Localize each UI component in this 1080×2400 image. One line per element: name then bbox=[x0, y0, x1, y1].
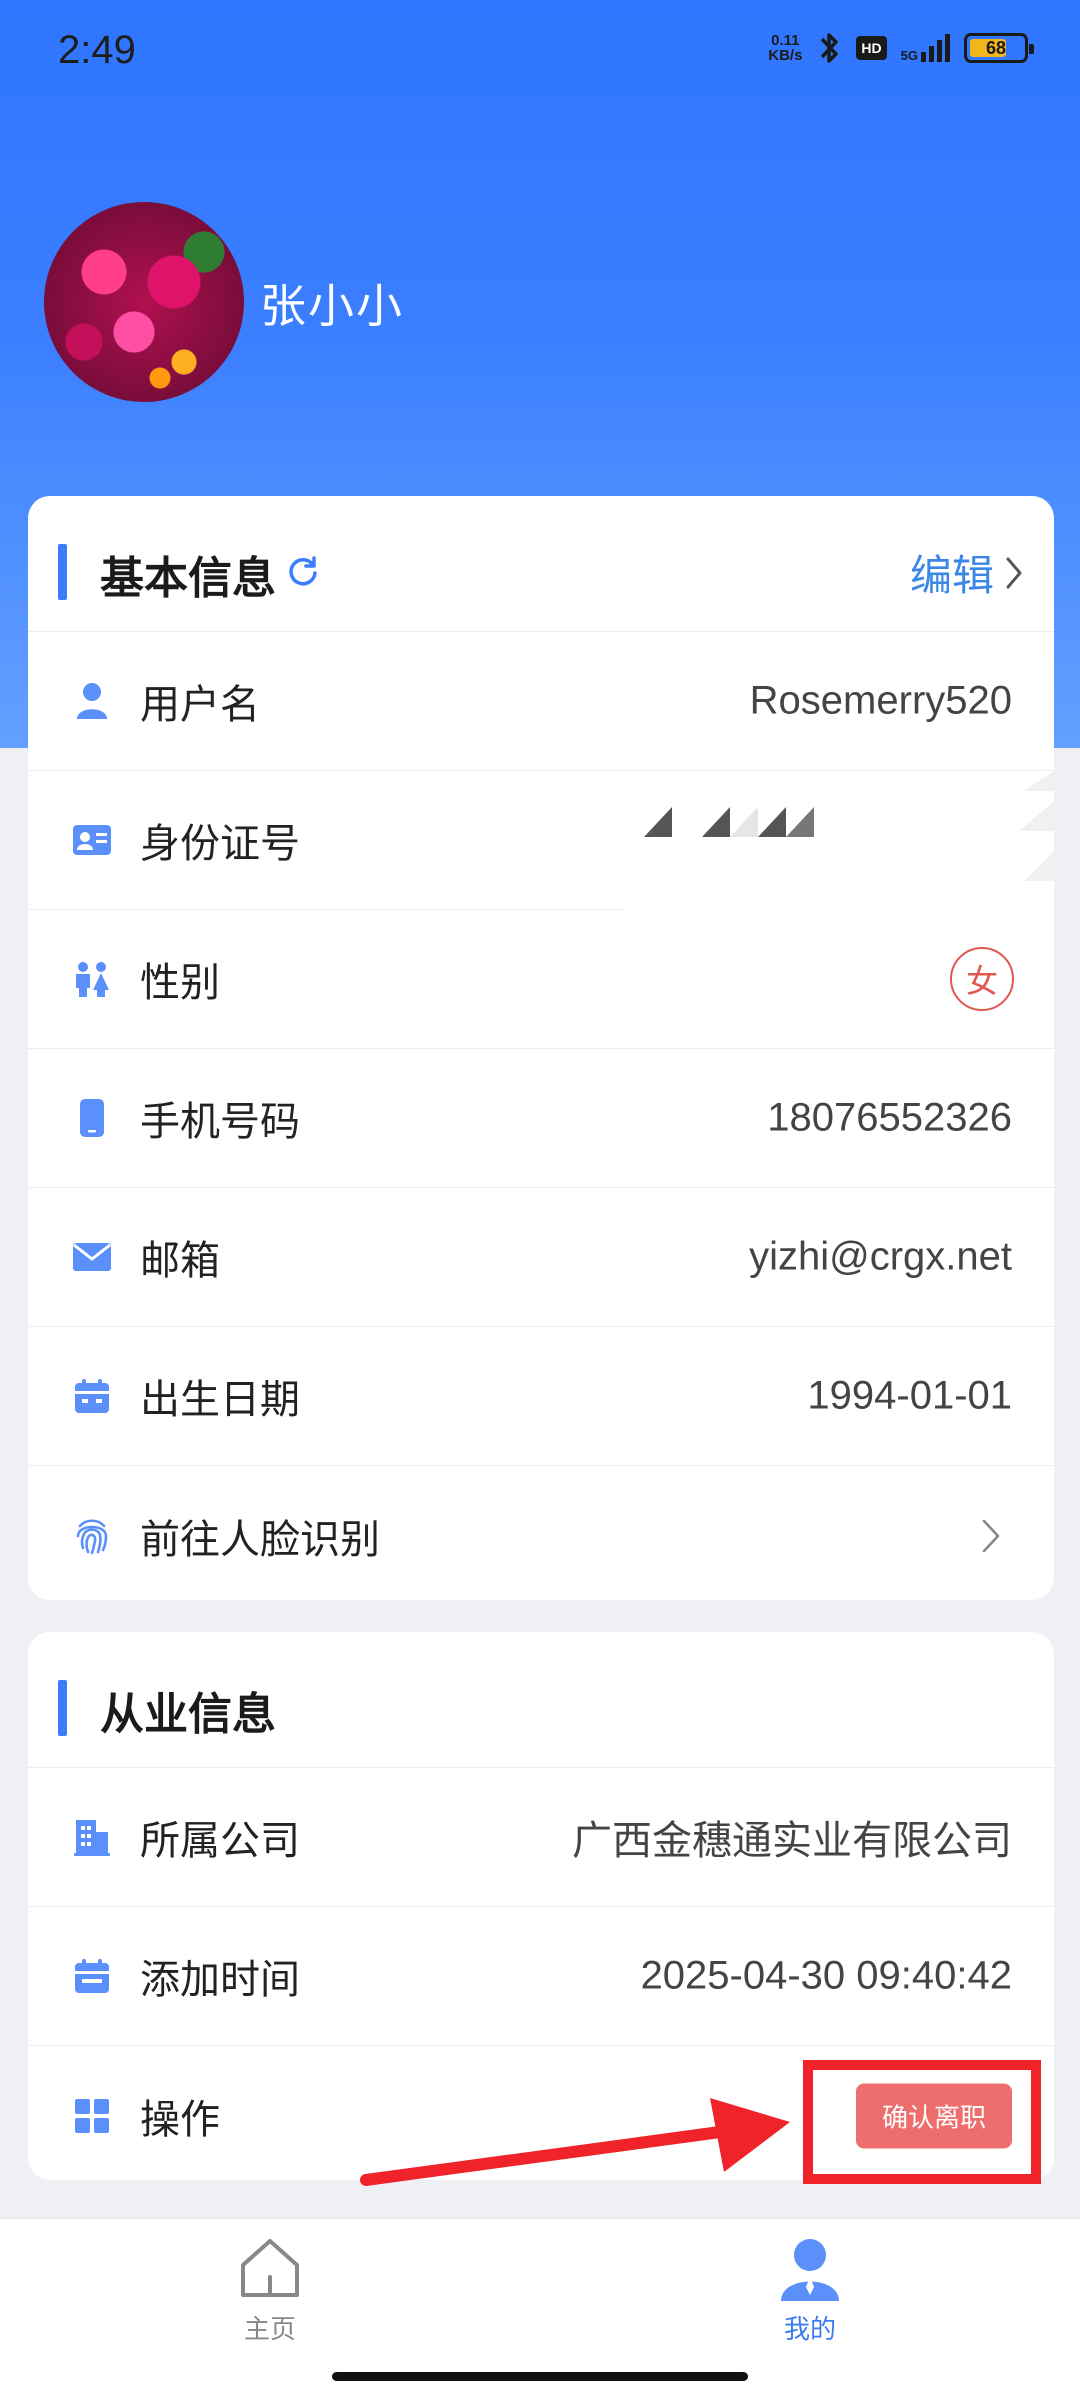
row-gender: 性别 女 bbox=[28, 910, 1054, 1049]
row-username: 用户名 Rosemerry520 bbox=[28, 632, 1054, 771]
row-email: 邮箱 yizhi@crgx.net bbox=[28, 1188, 1054, 1327]
email-value: yizhi@crgx.net bbox=[749, 1234, 1012, 1279]
chevron-right-icon bbox=[1006, 557, 1022, 588]
id-card-icon bbox=[72, 820, 112, 860]
user-icon bbox=[72, 681, 112, 721]
row-label: 添加时间 bbox=[140, 1957, 300, 2003]
row-label: 邮箱 bbox=[140, 1238, 220, 1284]
phone-value: 18076552326 bbox=[767, 1095, 1012, 1140]
bluetooth-icon bbox=[821, 33, 839, 63]
company-value: 广西金穗通实业有限公司 bbox=[572, 1819, 1012, 1863]
basic-info-header: 基本信息 编辑 bbox=[28, 496, 1054, 632]
row-label: 性别 bbox=[140, 960, 220, 1006]
battery-level: 68 bbox=[985, 37, 1007, 58]
section-accent-bar bbox=[58, 1680, 67, 1736]
tab-home[interactable]: 主页 bbox=[170, 2233, 370, 2346]
row-label: 前往人脸识别 bbox=[140, 1516, 380, 1563]
fingerprint-icon bbox=[72, 1516, 112, 1556]
calendar-icon bbox=[72, 1376, 112, 1416]
row-label: 手机号码 bbox=[140, 1099, 300, 1145]
signal-label: 5G bbox=[900, 48, 918, 63]
row-birthdate: 出生日期 1994-01-01 bbox=[28, 1327, 1054, 1466]
tab-mine-label: 我的 bbox=[783, 2315, 836, 2345]
tab-mine[interactable]: 我的 bbox=[710, 2233, 910, 2346]
net-speed-value: 0.11 bbox=[771, 32, 800, 49]
net-speed: 0.11 KB/s bbox=[768, 33, 802, 63]
work-info-header: 从业信息 bbox=[28, 1632, 1054, 1768]
basic-info-card: 基本信息 编辑 用户名 Rosemerry520 身份证号 性别 女 手机号码 … bbox=[28, 496, 1054, 1600]
birthdate-value: 1994-01-01 bbox=[807, 1373, 1012, 1418]
home-icon bbox=[241, 2239, 299, 2297]
calendar-icon bbox=[72, 1956, 112, 1996]
user-icon bbox=[781, 2239, 839, 2301]
row-added-time: 添加时间 2025-04-30 09:40:42 bbox=[28, 1907, 1054, 2046]
grid-icon bbox=[72, 2096, 112, 2136]
row-label: 操作 bbox=[140, 2096, 220, 2143]
gender-badge: 女 bbox=[950, 947, 1014, 1011]
hd-icon: HD bbox=[856, 36, 887, 60]
added-time-value: 2025-04-30 09:40:42 bbox=[640, 1953, 1012, 1998]
building-icon bbox=[72, 1817, 112, 1857]
row-label: 身份证号 bbox=[140, 821, 300, 867]
chevron-right-icon bbox=[982, 1519, 1000, 1552]
user-name: 张小小 bbox=[260, 279, 404, 333]
edit-label: 编辑 bbox=[909, 551, 994, 600]
work-info-title: 从业信息 bbox=[100, 1689, 276, 1740]
row-phone: 手机号码 18076552326 bbox=[28, 1049, 1054, 1188]
edit-button[interactable]: 编辑 bbox=[910, 542, 1024, 603]
status-time: 2:49 bbox=[58, 28, 136, 72]
row-label: 所属公司 bbox=[140, 1818, 300, 1864]
net-speed-unit: KB/s bbox=[768, 47, 803, 64]
row-label: 用户名 bbox=[140, 682, 260, 728]
username-value: Rosemerry520 bbox=[749, 678, 1012, 723]
section-accent-bar bbox=[58, 544, 67, 600]
id-number-redaction bbox=[624, 771, 1054, 910]
signal-icon: 5G bbox=[901, 34, 950, 62]
tab-home-label: 主页 bbox=[243, 2315, 296, 2345]
refresh-icon[interactable] bbox=[286, 554, 320, 588]
row-face-recognition[interactable]: 前往人脸识别 bbox=[28, 1466, 1054, 1600]
row-label: 出生日期 bbox=[140, 1377, 300, 1423]
avatar[interactable] bbox=[44, 202, 244, 402]
row-company: 所属公司 广西金穗通实业有限公司 bbox=[28, 1768, 1054, 1907]
battery-icon: 68 bbox=[964, 33, 1034, 63]
basic-info-title: 基本信息 bbox=[100, 553, 276, 604]
home-indicator bbox=[332, 2372, 748, 2381]
row-id-number: 身份证号 bbox=[28, 771, 1054, 910]
status-bar: 2:49 0.11 KB/s HD 5G 68 bbox=[0, 0, 1080, 104]
status-icons: 0.11 KB/s HD 5G 68 bbox=[768, 30, 1034, 66]
phone-icon bbox=[72, 1098, 112, 1138]
gender-icon bbox=[72, 959, 112, 999]
annotation-arrow bbox=[360, 2098, 790, 2186]
mail-icon bbox=[72, 1237, 112, 1277]
annotation-highlight-box bbox=[803, 2060, 1041, 2184]
